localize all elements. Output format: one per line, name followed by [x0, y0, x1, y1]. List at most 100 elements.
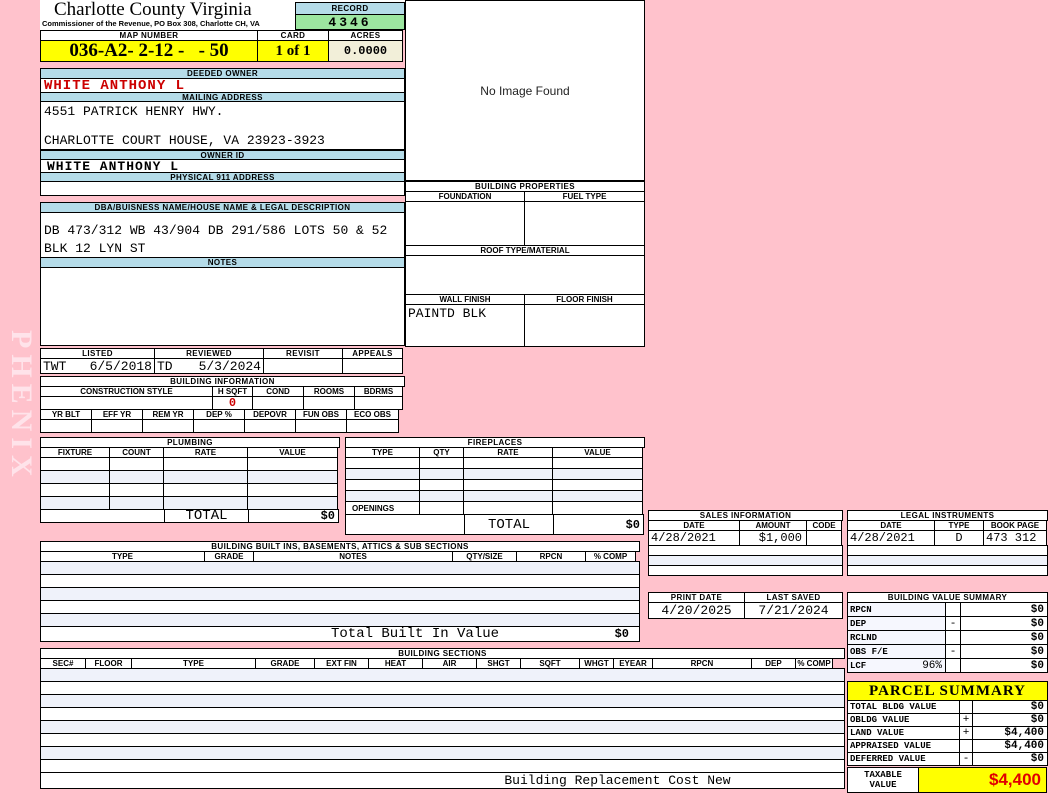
- physical-911-value: [40, 181, 405, 196]
- reviewed-value: TD 5/3/2024: [154, 358, 264, 374]
- foundation-value: [405, 201, 525, 246]
- fireplaces-total-label: TOTAL: [464, 514, 554, 535]
- building-sections-table: BUILDING SECTIONS SEC# FLOOR TYPE GRADE …: [40, 648, 845, 789]
- ps-value-obldg: $0: [972, 713, 1048, 727]
- vs-label-rpcn: RPCN: [850, 604, 872, 615]
- building-properties: BUILDING PROPERTIES FOUNDATION FUEL TYPE…: [405, 181, 645, 347]
- dates-block: PRINT DATE LAST SAVED 4/20/2025 7/21/202…: [648, 592, 843, 619]
- legal-type: D: [934, 530, 984, 546]
- vs-value-lcf: $0: [960, 658, 1048, 673]
- ps-op-land: +: [959, 726, 973, 740]
- built-ins-table: BUILDING BUILT INS, BASEMENTS, ATTICS & …: [40, 541, 640, 642]
- listed-by: TWT: [43, 358, 67, 374]
- sales-date: 4/28/2021: [648, 530, 740, 546]
- vs-op-lcf: [945, 658, 961, 673]
- fireplaces-total-value: $0: [553, 514, 644, 535]
- legal-desc-line2: BLK 12 LYN ST: [44, 241, 146, 256]
- parcel-summary: PARCEL SUMMARY TOTAL BLDG VALUE $0 OBLDG …: [847, 681, 1048, 793]
- taxable-value: $4,400: [918, 767, 1047, 793]
- ps-op-deferred: -: [959, 752, 973, 766]
- ps-value-land: $4,400: [972, 726, 1048, 740]
- rooms-value: [303, 396, 355, 410]
- vs-op-rpcn: [945, 602, 961, 617]
- legal-bookpage: 473 312: [983, 530, 1047, 546]
- legal-instruments-row: 4/28/2021 D 473 312: [847, 530, 1048, 546]
- parcel-summary-title: PARCEL SUMMARY: [847, 681, 1048, 701]
- record-box: RECORD 4346: [295, 2, 405, 30]
- dba-box: DB 473/312 WB 43/904 DB 291/586 LOTS 50 …: [40, 212, 405, 258]
- legal-instruments-table: LEGAL INSTRUMENTS DATE TYPE BOOK PAGE 4/…: [847, 510, 1048, 576]
- vs-value-rpcn: $0: [960, 602, 1048, 617]
- vs-label-lcf: LCF: [850, 660, 867, 671]
- last-saved-value: 7/21/2024: [744, 602, 843, 619]
- floor-finish-value: [524, 304, 645, 347]
- ps-label-totalbldg: TOTAL BLDG VALUE: [847, 700, 960, 714]
- mailing-address-box: 4551 PATRICK HENRY HWY. CHARLOTTE COURT …: [40, 101, 405, 150]
- wall-finish-value: PAINTD BLK: [405, 304, 525, 347]
- vs-value-dep: $0: [960, 616, 1048, 631]
- ps-op-appraised: [959, 739, 973, 753]
- listed-date: 6/5/2018: [89, 358, 152, 374]
- vs-label-rclnd: RCLND: [850, 632, 878, 643]
- vs-label-obs: OBS F/E: [850, 646, 888, 657]
- ps-value-totalbldg: $0: [972, 700, 1048, 714]
- notes-box: [40, 267, 405, 346]
- building-information: BUILDING INFORMATION CONSTRUCTION STYLE …: [40, 376, 405, 433]
- built-ins-total-value: $0: [614, 627, 629, 641]
- no-image-text: No Image Found: [480, 83, 570, 98]
- ps-value-deferred: $0: [972, 752, 1048, 766]
- sales-row: 4/28/2021 $1,000: [648, 530, 843, 546]
- card-value: 1 of 1: [257, 40, 329, 62]
- construction-style-value: [40, 396, 213, 410]
- fireplaces-table: FIREPLACES TYPE QTY RATE VALUE OPENINGS …: [345, 437, 645, 535]
- vs-label-dep: DEP: [850, 618, 867, 629]
- phenix-watermark: PHENIX: [5, 330, 38, 483]
- plumbing-total-label: TOTAL: [164, 508, 249, 524]
- ps-label-deferred: DEFERRED VALUE: [847, 752, 960, 766]
- revisit-value: [263, 358, 343, 374]
- fuel-type-value: [524, 201, 645, 246]
- sales-amount: $1,000: [739, 530, 807, 546]
- bdrms-value: [354, 396, 403, 410]
- vs-extra-lcf: 96%: [922, 659, 942, 672]
- ps-op-totalbldg: [959, 700, 973, 714]
- property-image-placeholder: No Image Found: [405, 0, 645, 181]
- sales-table: SALES INFORMATION DATE AMOUNT CODE 4/28/…: [648, 510, 843, 576]
- mailing-line1: 4551 PATRICK HENRY HWY.: [44, 104, 224, 119]
- vs-op-obs: -: [945, 644, 961, 659]
- ps-value-appraised: $4,400: [972, 739, 1048, 753]
- vs-value-rclnd: $0: [960, 630, 1048, 645]
- map-row: MAP NUMBER CARD ACRES 036-A2- 2-12 - - 5…: [40, 30, 405, 62]
- reviewed-date: 5/3/2024: [198, 358, 261, 374]
- hsqft-value: 0: [212, 396, 253, 410]
- acres-value: 0.0000: [328, 40, 403, 62]
- building-replacement-footer: Building Replacement Cost New: [40, 772, 845, 789]
- visits-block: LISTED REVIEWED REVISIT APPEALS TWT 6/5/2…: [40, 348, 405, 374]
- roof-type-value: [405, 255, 645, 295]
- ps-op-obldg: +: [959, 713, 973, 727]
- ps-label-obldg: OBLDG VALUE: [847, 713, 960, 727]
- built-ins-total-label: Total Built In Value: [331, 626, 500, 642]
- ps-label-land: LAND VALUE: [847, 726, 960, 740]
- plumbing-table: PLUMBING FIXTURE COUNT RATE VALUE TOTAL …: [40, 437, 340, 524]
- sales-code: [806, 530, 842, 546]
- vs-value-obs: $0: [960, 644, 1048, 659]
- mailing-line2: CHARLOTTE COURT HOUSE, VA 23923-3923: [44, 133, 325, 148]
- deeded-owner-value: WHITE ANTHONY L: [40, 78, 405, 94]
- legal-date: 4/28/2021: [847, 530, 935, 546]
- ps-label-appraised: APPRAISED VALUE: [847, 739, 960, 753]
- vs-op-rclnd: [945, 630, 961, 645]
- fireplaces-openings-label: OPENINGS: [345, 501, 420, 515]
- plumbing-total-value: $0: [248, 509, 339, 523]
- owner-id-value: WHITE ANTHONY L: [40, 159, 405, 174]
- map-number-value: 036-A2- 2-12 - - 50: [40, 40, 258, 62]
- print-date-value: 4/20/2025: [648, 602, 745, 619]
- taxable-value-label: TAXABLE VALUE: [847, 767, 919, 793]
- vs-op-dep: -: [945, 616, 961, 631]
- legal-desc-line1: DB 473/312 WB 43/904 DB 291/586 LOTS 50 …: [44, 223, 388, 238]
- record-value: 4346: [295, 14, 405, 30]
- reviewed-by: TD: [157, 358, 173, 374]
- listed-value: TWT 6/5/2018: [40, 358, 155, 374]
- appeals-value: [342, 358, 403, 374]
- cond-value: [252, 396, 304, 410]
